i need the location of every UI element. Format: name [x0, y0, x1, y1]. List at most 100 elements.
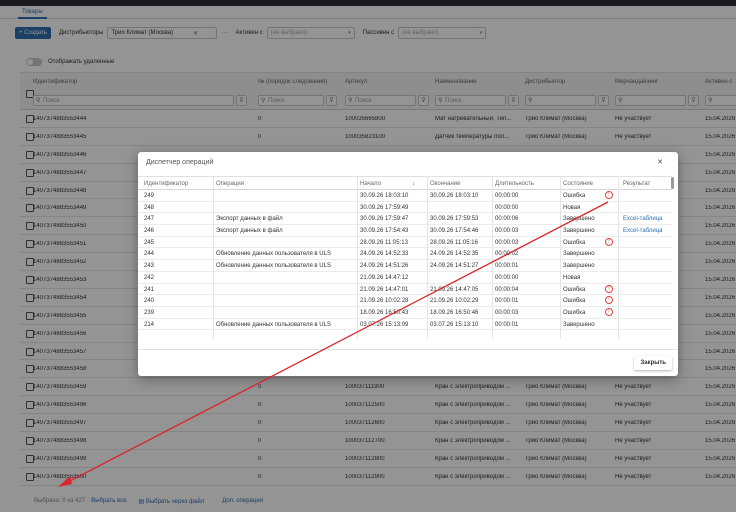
operations-body: 249 30.09.26 18:03:10 30.09.26 18:03:10 00:…	[138, 190, 672, 331]
operation-cell: 00:00:06	[495, 216, 519, 223]
operations-header: Идентификатор Операция Начало Окончание Длит…	[138, 176, 672, 190]
operation-cell: 00:00:00	[495, 274, 519, 281]
operations-column-header[interactable]: Длительность	[495, 181, 534, 187]
operation-cell: 30.09.26 18:03:10	[360, 193, 409, 199]
operations-column-header[interactable]: Начало	[360, 181, 381, 187]
operations-dialog: Диспетчер операций ✕ Идентификатор Операц…	[138, 152, 678, 376]
operation-cell: 03.07.26 15:13:09	[360, 321, 409, 328]
error-icon[interactable]: !	[605, 237, 613, 246]
operation-row[interactable]: 239 18.09.26 16:50:43 18.09.26 16:50:46 00:…	[138, 307, 672, 319]
operations-table: Идентификатор Операция Начало Окончание Длит…	[138, 176, 672, 339]
operation-cell: 00:00:00	[495, 193, 519, 199]
operation-cell: 244	[144, 251, 155, 258]
operation-cell: 00:00:03	[495, 228, 519, 235]
operation-cell: 241	[144, 286, 155, 293]
operation-cell: 30.09.26 17:59:47	[360, 216, 409, 223]
error-icon[interactable]: !	[605, 191, 613, 199]
operation-cell: Новая	[563, 204, 581, 211]
operation-cell: Ошибка	[563, 286, 586, 293]
operation-row[interactable]: 247 Экспорт данных в файл 30.09.26 17:59:4…	[138, 213, 672, 226]
operation-cell: Обновление данных пользователя в ULS	[216, 321, 331, 328]
operation-row[interactable]: 248 30.09.26 17:59:49 00:00:00 Новая	[138, 202, 672, 214]
close-button[interactable]: Закрыть	[634, 356, 672, 370]
operation-row[interactable]: 249 30.09.26 18:03:10 30.09.26 18:03:10 00:…	[138, 190, 672, 202]
column-divider	[427, 176, 428, 339]
operation-cell: 30.09.26 17:59:53	[430, 216, 479, 223]
operation-cell: 21.09.26 14:47:12	[360, 274, 409, 281]
dialog-scrollbar[interactable]	[671, 177, 674, 189]
operation-cell: 21.09.26 14:47:05	[430, 286, 479, 293]
operation-cell: Ошибка	[563, 193, 586, 199]
operation-row[interactable]: 243 Обновление данных пользователя в ULS 2…	[138, 260, 672, 272]
dialog-title: Диспетчер операций	[146, 159, 214, 166]
operation-cell: Ошибка	[563, 298, 586, 305]
operations-column-header[interactable]: Окончание	[430, 181, 460, 187]
operations-column-header[interactable]: Результат	[623, 181, 650, 187]
operation-cell: 24.09.26 14:52:35	[430, 251, 479, 258]
operation-cell: 28.09.26 11:05:13	[360, 239, 408, 246]
operation-cell: 214	[144, 321, 155, 328]
operation-cell: 00:00:00	[495, 204, 519, 211]
error-icon[interactable]: !	[605, 284, 613, 293]
column-divider	[213, 176, 214, 339]
operation-cell: 239	[144, 309, 155, 316]
operation-row[interactable]: 245 28.09.26 11:05:13 28.09.26 11:05:16 00:…	[138, 237, 672, 249]
operation-cell: 18.09.26 16:50:43	[360, 309, 409, 316]
operation-cell: 00:00:02	[495, 251, 519, 258]
operation-row[interactable]: 246 Экспорт данных в файл 30.09.26 17:54:4…	[138, 225, 672, 237]
column-divider	[492, 176, 493, 339]
operation-cell: Ошибка	[563, 309, 586, 316]
operation-cell: Завершено	[563, 251, 595, 258]
operation-cell: 00:00:01	[495, 263, 519, 270]
operation-cell: 243	[144, 263, 155, 270]
operation-cell: 00:00:01	[495, 321, 519, 328]
operation-row[interactable]: 214 Обновление данных пользователя в ULS 0…	[138, 319, 672, 331]
operation-cell: Завершено	[563, 321, 595, 328]
operation-cell: 247	[144, 216, 155, 223]
operation-cell: 24.09.26 14:51:27	[430, 263, 479, 270]
dialog-footer: Закрыть	[138, 349, 678, 376]
close-icon[interactable]: ✕	[657, 158, 663, 166]
operation-cell: 03.07.26 15:13:10	[430, 321, 479, 328]
operation-cell: 21.09.26 10:02:28	[360, 298, 409, 305]
operation-cell: 00:00:03	[495, 239, 519, 246]
operation-cell: 21.09.26 10:02:29	[430, 298, 479, 305]
column-divider	[618, 176, 619, 339]
operations-column-header[interactable]: Идентификатор	[144, 181, 188, 187]
operation-cell: 249	[144, 193, 155, 199]
operation-cell: 30.09.26 18:03:10	[430, 193, 479, 199]
operation-cell: 00:00:03	[495, 309, 519, 316]
result-link[interactable]: Excel-таблица	[623, 216, 662, 222]
operation-cell: 30.09.26 17:54:46	[430, 228, 479, 235]
column-divider	[357, 176, 358, 339]
operation-cell: 00:00:04	[495, 286, 519, 293]
error-icon[interactable]: !	[605, 296, 613, 305]
operation-cell: Экспорт данных в файл	[216, 228, 283, 235]
operation-row[interactable]: 242 21.09.26 14:47:12 00:00:00 Новая	[138, 272, 672, 284]
operation-cell: 30.09.26 17:54:43	[360, 228, 409, 235]
operation-cell: 242	[144, 274, 155, 281]
sort-desc-icon[interactable]: ↓	[412, 181, 415, 187]
operation-cell: 28.09.26 11:05:16	[430, 239, 478, 246]
operation-row[interactable]: 241 21.09.26 14:47:01 21.09.26 14:47:05 00:…	[138, 284, 672, 296]
operation-cell: 21.09.26 14:47:01	[360, 286, 409, 293]
operation-cell: 00:00:01	[495, 298, 519, 305]
operation-cell: Новая	[563, 274, 581, 281]
operation-cell: 248	[144, 204, 155, 211]
error-icon[interactable]: !	[605, 307, 613, 316]
operation-cell: Завершено	[563, 228, 595, 235]
operation-row[interactable]: 244 Обновление данных пользователя в ULS 2…	[138, 248, 672, 261]
result-link[interactable]: Excel-таблица	[623, 228, 662, 234]
operation-cell: Экспорт данных в файл	[216, 216, 283, 223]
operation-cell: 30.09.26 17:59:49	[360, 204, 409, 211]
operation-cell: 240	[144, 298, 155, 305]
operation-cell: Обновление данных пользователя в ULS	[216, 263, 331, 270]
operations-column-header[interactable]: Операция	[216, 181, 244, 187]
operation-cell: 18.09.26 16:50:46	[430, 309, 479, 316]
operation-row[interactable]: 240 21.09.26 10:02:28 21.09.26 10:02:29 00:…	[138, 295, 672, 307]
column-divider	[560, 176, 561, 339]
operation-cell: Завершено	[563, 263, 595, 270]
operations-column-header[interactable]: Состояние	[563, 181, 593, 187]
operation-cell: 24.09.26 14:52:33	[360, 251, 409, 258]
operation-cell: Завершено	[563, 216, 595, 223]
